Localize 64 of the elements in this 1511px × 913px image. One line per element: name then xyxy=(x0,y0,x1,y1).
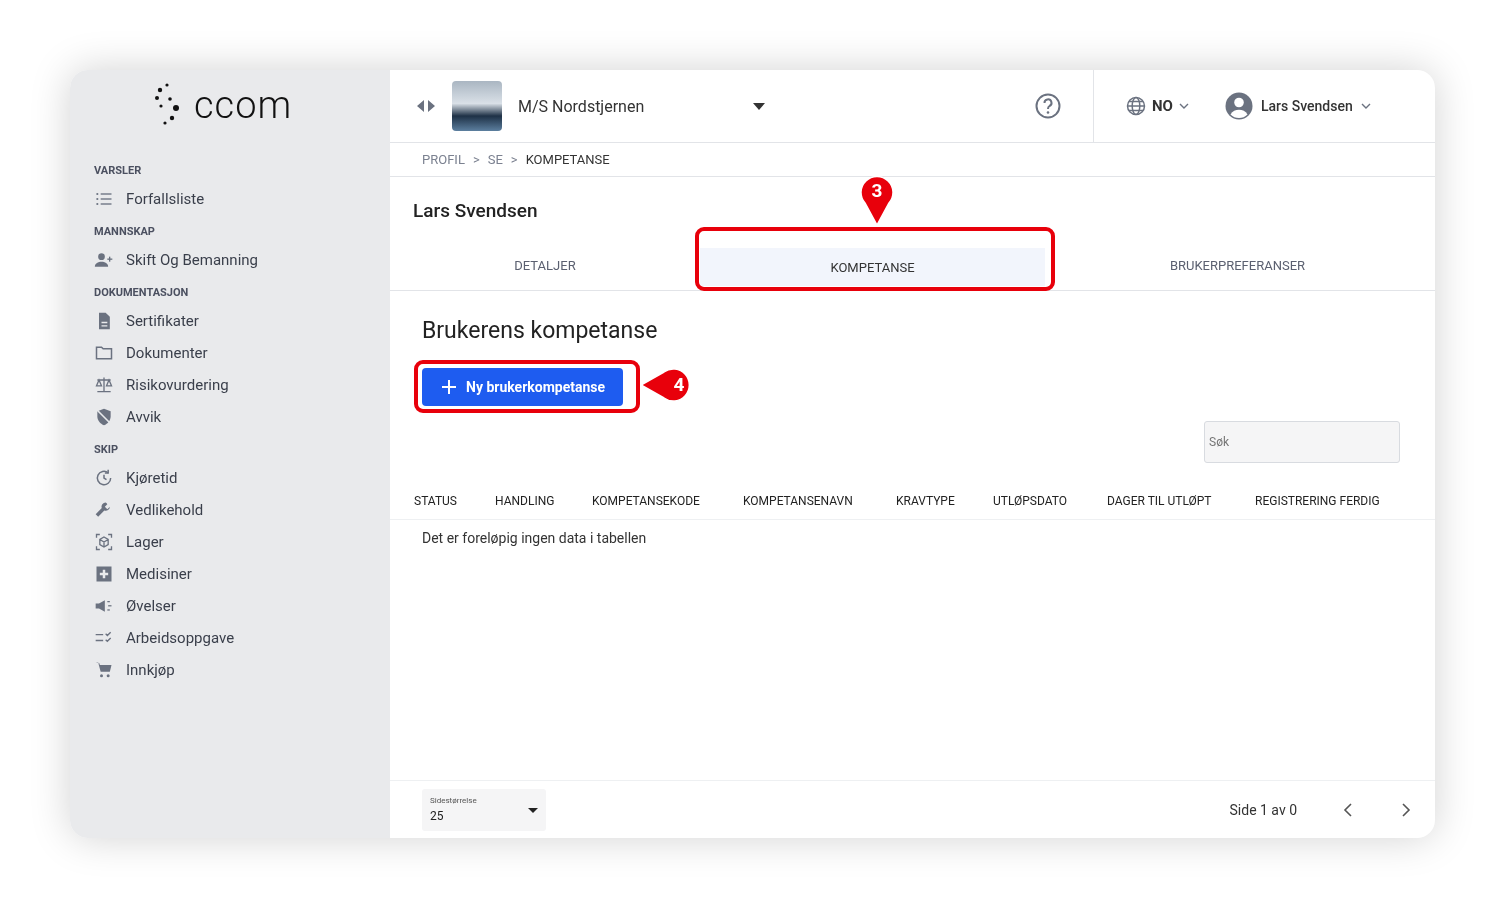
section-heading: VARSLER xyxy=(94,164,143,177)
shield-off-icon xyxy=(94,407,114,427)
breadcrumb-item[interactable]: PROFIL xyxy=(422,152,465,167)
column-header: REGISTRERING FERDIG xyxy=(1255,494,1381,508)
page-info: Side 1 av 0 xyxy=(1229,801,1297,818)
chevron-down-icon[interactable] xyxy=(1360,103,1371,109)
section-heading: DOKUMENTASJON xyxy=(94,286,190,299)
column-header: STATUS xyxy=(414,494,458,508)
sidebar-item[interactable]: Avvik xyxy=(126,408,162,426)
breadcrumb-item[interactable]: SE xyxy=(487,152,503,167)
tab[interactable]: BRUKERPREFERANSER xyxy=(1045,240,1430,290)
clock-icon xyxy=(94,468,114,488)
column-header: KOMPETANSEKODE xyxy=(592,494,701,508)
tab[interactable]: DETALJER xyxy=(390,240,700,290)
globe-icon xyxy=(1126,96,1146,116)
profile-title: Lars Svendsen xyxy=(413,199,538,224)
folder-icon xyxy=(94,343,114,363)
chevron-right-icon[interactable] xyxy=(1401,802,1411,817)
sidebar-item[interactable]: Forfallsliste xyxy=(126,190,205,208)
scale-icon xyxy=(94,375,114,395)
people-icon xyxy=(94,250,114,270)
sidebar-item[interactable]: Medisiner xyxy=(126,565,192,583)
caret-icon[interactable] xyxy=(753,102,765,110)
sidebar-item[interactable]: Kjøretid xyxy=(126,469,178,487)
page-size-select[interactable]: Sidestørrelse 25 xyxy=(422,788,546,831)
sidebar-item[interactable]: Innkjøp xyxy=(126,661,175,679)
tab[interactable]: KOMPETANSE xyxy=(700,248,1045,286)
sidebar-item[interactable]: Vedlikehold xyxy=(126,501,204,519)
caret-icon[interactable] xyxy=(528,807,538,813)
breadcrumb-separator: > xyxy=(510,152,518,167)
column-header: UTLØPSDATO xyxy=(993,494,1069,508)
plus-icon xyxy=(442,380,456,394)
collapse-arrows-icon[interactable] xyxy=(416,99,436,113)
column-header: DAGER TIL UTLØPT xyxy=(1107,494,1213,508)
column-header: KRAVTYPE xyxy=(896,494,956,508)
language-selector[interactable]: NO xyxy=(1152,97,1173,115)
user-menu[interactable]: Lars Svendsen xyxy=(1260,98,1353,114)
sidebar-item[interactable]: Risikovurdering xyxy=(126,376,229,394)
sidebar-item[interactable]: Skift Og Bemanning xyxy=(126,251,258,269)
chevron-down-icon[interactable] xyxy=(1178,103,1189,109)
empty-message: Det er foreløpig ingen data i tabellen xyxy=(421,529,648,546)
section-title: Brukerens kompetanse xyxy=(421,316,659,344)
help-icon[interactable] xyxy=(1035,93,1061,119)
vessel-name[interactable]: M/S Nordstjernen xyxy=(518,96,737,116)
search-field[interactable]: Søk xyxy=(1204,421,1400,463)
cube-icon xyxy=(94,532,114,552)
section-heading: MANNSKAP xyxy=(94,225,156,238)
chevron-left-icon[interactable] xyxy=(1343,802,1353,817)
breadcrumb-separator: > xyxy=(472,152,480,167)
medical-icon xyxy=(94,564,114,584)
section-heading: SKIP xyxy=(94,443,120,456)
photo-placeholder xyxy=(452,81,502,131)
sidebar-item[interactable]: Sertifikater xyxy=(126,312,199,330)
avatar-icon xyxy=(1224,92,1253,120)
sidebar-item[interactable]: Arbeidsoppgave xyxy=(126,629,235,647)
sidebar-item[interactable]: Dokumenter xyxy=(126,344,208,362)
sidebar-item[interactable]: Øvelser xyxy=(126,597,176,615)
add-button[interactable]: Ny brukerkompetanse xyxy=(422,368,624,406)
breadcrumb-item: KOMPETANSE xyxy=(525,152,610,167)
sidebar-item[interactable]: Lager xyxy=(126,533,164,551)
column-header: HANDLING xyxy=(495,494,556,508)
column-header: KOMPETANSENAVN xyxy=(743,494,854,508)
callout-marker: 3 xyxy=(860,174,894,226)
logo-wordmark: ccom xyxy=(194,83,293,127)
